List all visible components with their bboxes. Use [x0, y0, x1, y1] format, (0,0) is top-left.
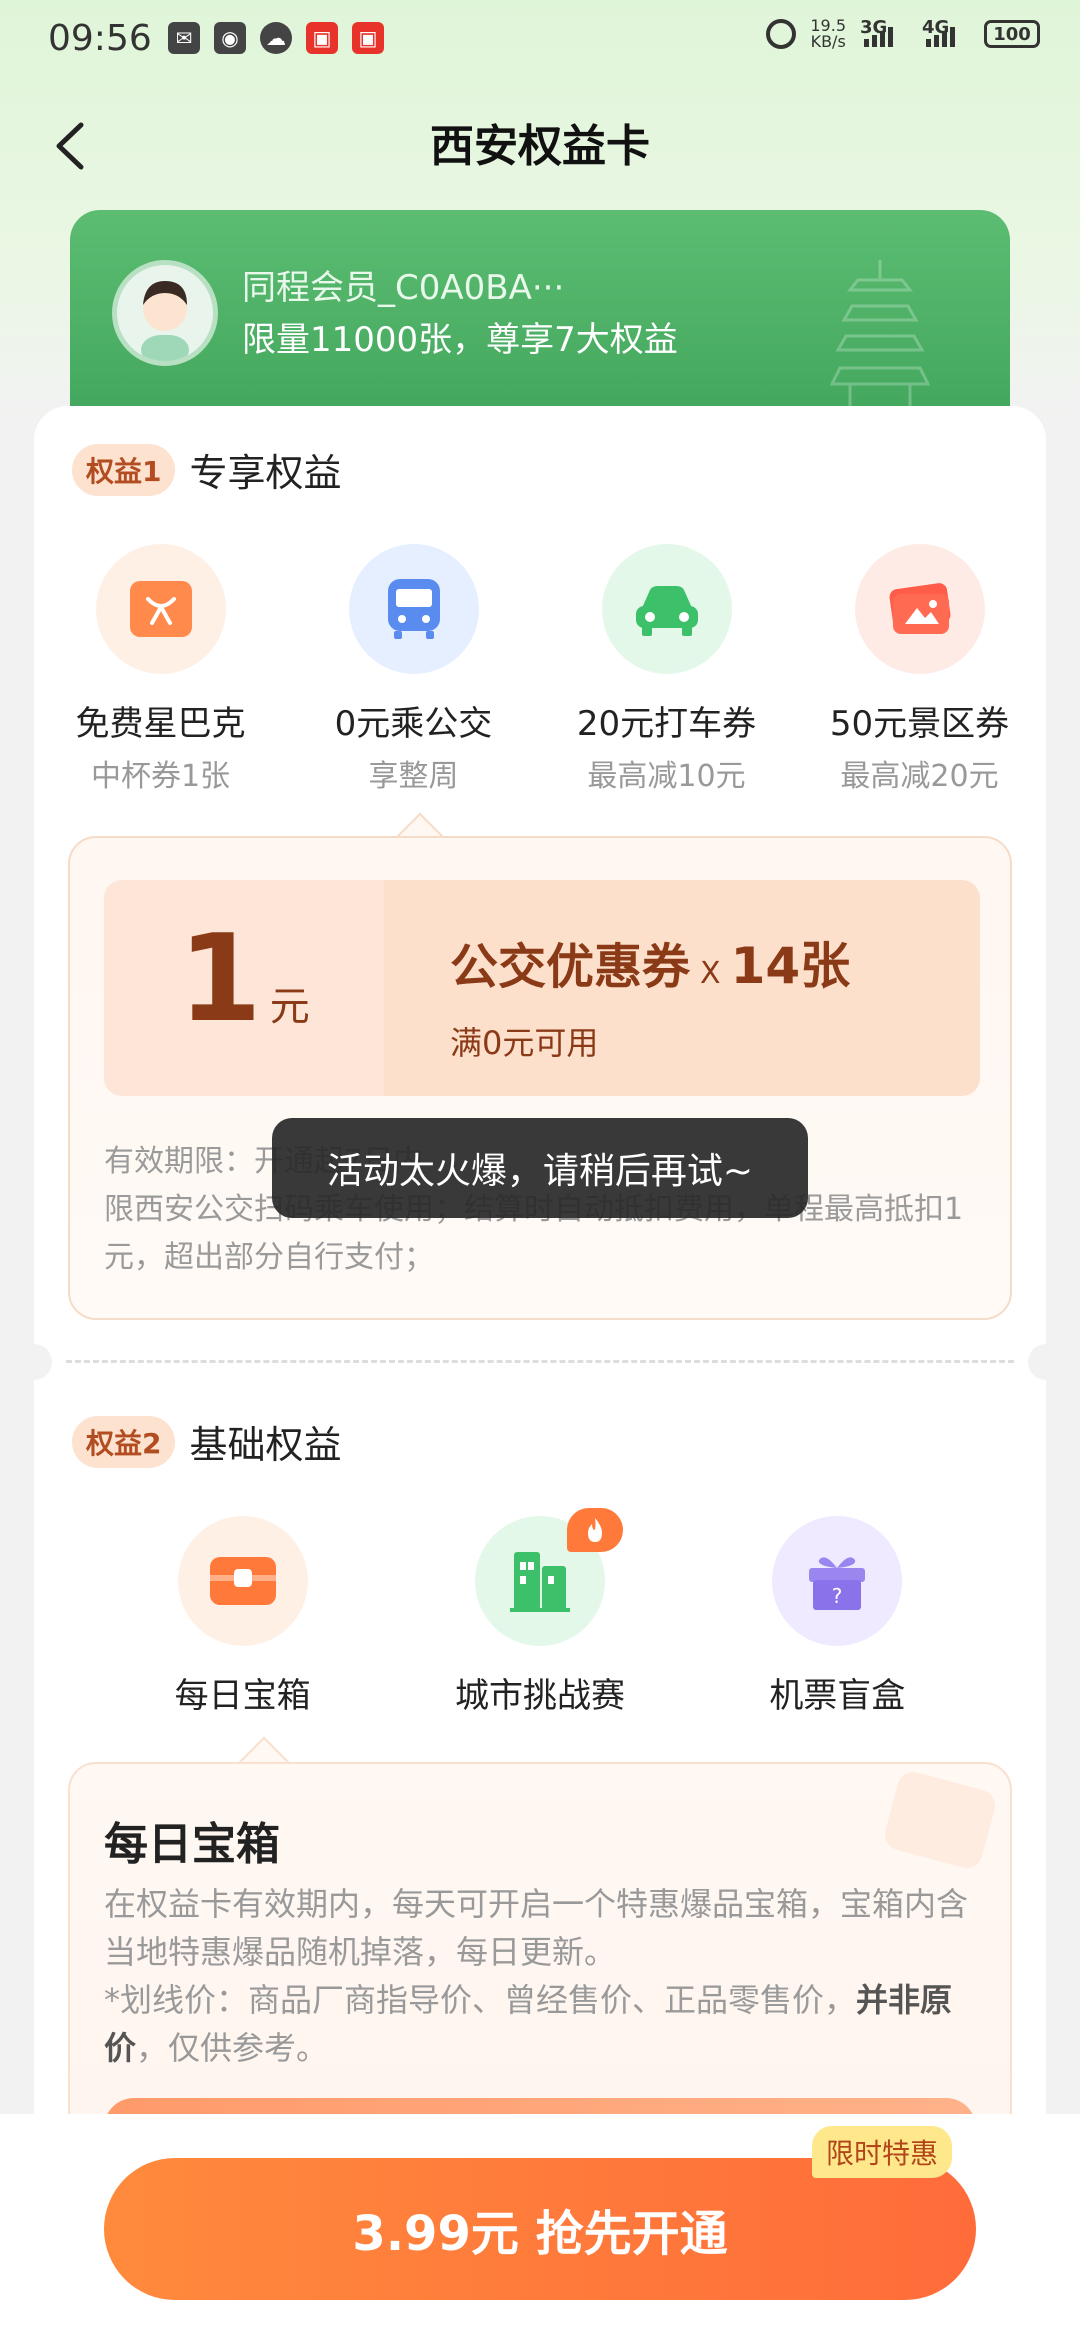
section2-header: 权益2 基础权益 [72, 1414, 342, 1469]
limited-offer-tag: 限时特惠 [812, 2126, 953, 2178]
app-icon: ▣ [306, 22, 338, 54]
ticket-icon [854, 544, 985, 674]
net-speed-unit: KB/s [810, 32, 846, 51]
coupon-amount: 1 [178, 910, 262, 1049]
divider-notch-right [1028, 1344, 1064, 1380]
sim2-label: 4G [922, 17, 950, 38]
member-description: 限量11000张，尊享7大权益 [242, 320, 678, 360]
member-name: 同程会员_C0A0BA··· [242, 268, 565, 308]
divider-notch-left [16, 1344, 52, 1380]
section1-title: 专享权益 [189, 451, 342, 495]
svg-text:?: ? [832, 1584, 843, 1608]
bus-icon [348, 544, 479, 674]
benefit-taxi[interactable]: 20元打车券 最高减10元 [540, 544, 793, 795]
fire-icon [567, 1508, 624, 1552]
daily-box-text1: 在权益卡有效期内，每天可开启一个特惠爆品宝箱，宝箱内含当地特惠爆品随机掉落，每日… [104, 1885, 969, 1971]
sim1-label: 3G [860, 17, 888, 38]
section2-badge: 权益2 [72, 1415, 176, 1468]
signal-3g-icon: 3G [860, 17, 908, 47]
pagoda-decoration-icon [829, 260, 931, 426]
activate-button[interactable]: 3.99元 抢先开通 [104, 2158, 976, 2300]
benefit-sub: 最高减20元 [840, 759, 999, 794]
benefit-name-text: 每日宝箱 [174, 1676, 311, 1716]
benefit-starbucks[interactable]: 免费星巴克 中杯券1张 [34, 544, 287, 795]
benefit-name: 每日宝箱 [162, 1668, 323, 1725]
benefit-name: 城市挑战赛 [454, 1676, 625, 1716]
avatar [112, 260, 218, 366]
benefit-name: 免费星巴克 [75, 704, 246, 744]
coupon-amount-panel: 1 元 [104, 880, 384, 1096]
treasure-box-icon [177, 1516, 308, 1646]
page-title: 西安权益卡 [430, 121, 650, 172]
status-right: 19.5 KB/s 3G 4G 100 [766, 17, 1040, 50]
dashed-divider [66, 1360, 1014, 1363]
benefit-name: 50元景区券 [829, 704, 1010, 744]
coupon-info-panel: 公交优惠券 X 14张 满0元可用 [384, 880, 980, 1096]
alarm-icon [766, 19, 797, 49]
gift-icon [95, 544, 226, 674]
benefit-name: 20元打车券 [576, 704, 757, 744]
coupon-multiplier: X [700, 956, 721, 991]
notification-icons: ✉ ◉ ☁ ▣ ▣ [168, 22, 384, 54]
benefits-panel: 权益1 专享权益 免费星巴克 中杯券1张 0元乘公交 享整周 20元打车券 最高… [16, 406, 1064, 2340]
daily-box-title: 每日宝箱 [104, 1819, 280, 1870]
daily-box-text2: *划线价：商品厂商指导价、曾经售价、正品零售价，并非原价，仅供参考。 [104, 1976, 984, 2072]
section1-header: 权益1 专享权益 [72, 442, 342, 497]
mail-icon: ✉ [168, 22, 200, 54]
box-decoration-icon [881, 1768, 999, 1872]
net-speed: 19.5 KB/s [810, 18, 846, 50]
benefit-flight-blind-box[interactable]: ? 机票盲盒 [689, 1516, 986, 1717]
benefit-name-text: 0元乘公交 [334, 704, 493, 744]
status-time: 09:56 [48, 18, 152, 59]
bank-app-icon: ▣ [352, 22, 384, 54]
benefit-sub: 享整周 [368, 759, 459, 794]
benefit-name: 0元乘公交 [322, 696, 505, 753]
benefit-name: 机票盲盒 [769, 1676, 906, 1716]
mystery-box-icon: ? [772, 1516, 903, 1646]
coupon-card: 1 元 公交优惠券 X 14张 满0元可用 有效期限：开通起7日内 限西安公交扫… [68, 836, 1012, 1320]
benefit-sub: 中杯券1张 [90, 759, 231, 794]
toast-message: 活动太火爆，请稍后再试~ [272, 1118, 808, 1218]
basic-benefits-row: 每日宝箱 城市挑战赛 ? 机票盲盒 [34, 1508, 1046, 1725]
benefit-scenic[interactable]: 50元景区券 最高减20元 [793, 544, 1046, 795]
car-icon [601, 544, 732, 674]
benefit-daily-box[interactable]: 每日宝箱 [94, 1516, 391, 1725]
section2-title: 基础权益 [189, 1423, 342, 1467]
daily-box-description: 在权益卡有效期内，每天可开启一个特惠爆品宝箱，宝箱内含当地特惠爆品随机掉落，每日… [104, 1880, 984, 2072]
exclusive-benefits-row: 免费星巴克 中杯券1张 0元乘公交 享整周 20元打车券 最高减10元 50元景… [34, 544, 1046, 795]
benefit-city-challenge[interactable]: 城市挑战赛 [391, 1508, 688, 1717]
benefit-bus[interactable]: 0元乘公交 享整周 [287, 544, 540, 795]
weibo-icon: ◉ [214, 22, 246, 54]
price-note-b: ，仅供参考。 [136, 2029, 329, 2067]
coupon-condition: 满0元可用 [450, 1024, 599, 1062]
battery-icon: 100 [984, 20, 1040, 48]
coupon-title: 公交优惠券 [450, 939, 691, 995]
coupon-count: 14张 [730, 937, 851, 995]
signal-4g-icon: 4G [922, 17, 970, 47]
benefit-sub: 最高减10元 [587, 759, 746, 794]
status-bar: 09:56 ✉ ◉ ☁ ▣ ▣ 19.5 KB/s 3G 4G 100 [0, 0, 1080, 80]
coupon-unit: 元 [269, 984, 310, 1030]
section1-badge: 权益1 [72, 443, 176, 496]
price-note-a: *划线价：商品厂商指导价、曾经售价、正品零售价， [104, 1981, 857, 2019]
cloud-icon: ☁ [260, 22, 292, 54]
